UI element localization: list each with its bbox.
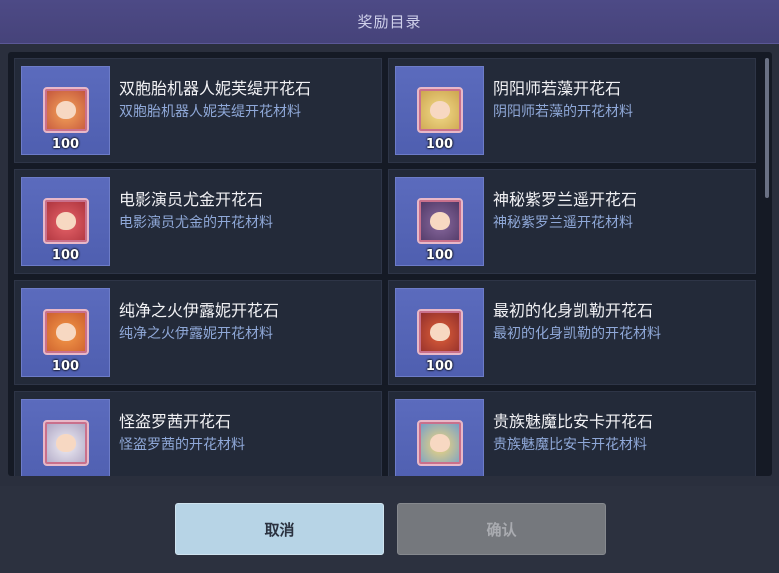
reward-count: 100 (425, 248, 454, 263)
reward-count: 100 (425, 137, 454, 152)
reward-list[interactable]: 100 双胞胎机器人妮芙缇开花石 双胞胎机器人妮芙缇开花材料 100 阴阳师若藻… (8, 52, 772, 476)
reward-name: 纯净之火伊露妮开花石 (119, 301, 280, 320)
bloom-stone-icon (43, 87, 89, 133)
reward-description: 怪盗罗茜的开花材料 (119, 437, 245, 453)
reward-item[interactable]: 100 阴阳师若藻开花石 阴阳师若藻的开花材料 (388, 58, 756, 163)
reward-description: 贵族魅魔比安卡开花材料 (493, 437, 647, 453)
character-portrait (56, 212, 76, 230)
reward-count: 100 (425, 359, 454, 374)
reward-description: 阴阳师若藻的开花材料 (493, 104, 633, 120)
dialog-title: 奖励目录 (357, 13, 422, 31)
bloom-stone-icon (43, 420, 89, 466)
confirm-button[interactable]: 确认 (397, 503, 606, 555)
reward-name: 最初的化身凯勒开花石 (493, 301, 654, 320)
reward-thumbnail: 100 (395, 66, 484, 155)
bloom-stone-icon (43, 309, 89, 355)
reward-count: 100 (51, 137, 80, 152)
character-portrait (56, 434, 76, 452)
reward-name: 电影演员尤金开花石 (119, 190, 264, 209)
reward-count: 100 (51, 359, 80, 374)
reward-name: 怪盗罗茜开花石 (119, 412, 232, 431)
list-scrollbar[interactable] (765, 58, 769, 198)
bloom-stone-icon (417, 198, 463, 244)
character-portrait (430, 101, 450, 119)
character-portrait (430, 323, 450, 341)
reward-item[interactable]: 100 纯净之火伊露妮开花石 纯净之火伊露妮开花材料 (14, 280, 382, 385)
dialog-title-bar: 奖励目录 (0, 0, 779, 44)
reward-item[interactable]: 100 双胞胎机器人妮芙缇开花石 双胞胎机器人妮芙缇开花材料 (14, 58, 382, 163)
reward-item[interactable]: 100 神秘紫罗兰遥开花石 神秘紫罗兰遥开花材料 (388, 169, 756, 274)
reward-description: 电影演员尤金的开花材料 (119, 215, 273, 231)
bloom-stone-icon (43, 198, 89, 244)
reward-item[interactable]: 贵族魅魔比安卡开花石 贵族魅魔比安卡开花材料 (388, 391, 756, 476)
reward-count: 100 (51, 248, 80, 263)
reward-description: 最初的化身凯勒的开花材料 (493, 326, 661, 342)
character-portrait (56, 323, 76, 341)
reward-name: 贵族魅魔比安卡开花石 (493, 412, 654, 431)
reward-name: 阴阳师若藻开花石 (493, 79, 622, 98)
dialog-footer: 取消 确认 (0, 486, 779, 573)
reward-name: 双胞胎机器人妮芙缇开花石 (119, 79, 312, 98)
reward-description: 纯净之火伊露妮开花材料 (119, 326, 273, 342)
reward-thumbnail: 100 (21, 177, 110, 266)
character-portrait (56, 101, 76, 119)
bloom-stone-icon (417, 420, 463, 466)
character-portrait (430, 212, 450, 230)
character-portrait (430, 434, 450, 452)
reward-thumbnail (395, 399, 484, 476)
bloom-stone-icon (417, 309, 463, 355)
reward-thumbnail: 100 (395, 177, 484, 266)
reward-description: 双胞胎机器人妮芙缇开花材料 (119, 104, 301, 120)
reward-name: 神秘紫罗兰遥开花石 (493, 190, 638, 209)
reward-thumbnail: 100 (395, 288, 484, 377)
reward-item[interactable]: 100 电影演员尤金开花石 电影演员尤金的开花材料 (14, 169, 382, 274)
reward-description: 神秘紫罗兰遥开花材料 (493, 215, 633, 231)
reward-thumbnail (21, 399, 110, 476)
reward-item[interactable]: 100 最初的化身凯勒开花石 最初的化身凯勒的开花材料 (388, 280, 756, 385)
cancel-button[interactable]: 取消 (175, 503, 384, 555)
reward-catalog-dialog: 奖励目录 100 双胞胎机器人妮芙缇开花石 双胞胎机器人妮芙缇开花材料 100 … (0, 0, 779, 573)
reward-thumbnail: 100 (21, 66, 110, 155)
reward-thumbnail: 100 (21, 288, 110, 377)
reward-item[interactable]: 怪盗罗茜开花石 怪盗罗茜的开花材料 (14, 391, 382, 476)
bloom-stone-icon (417, 87, 463, 133)
